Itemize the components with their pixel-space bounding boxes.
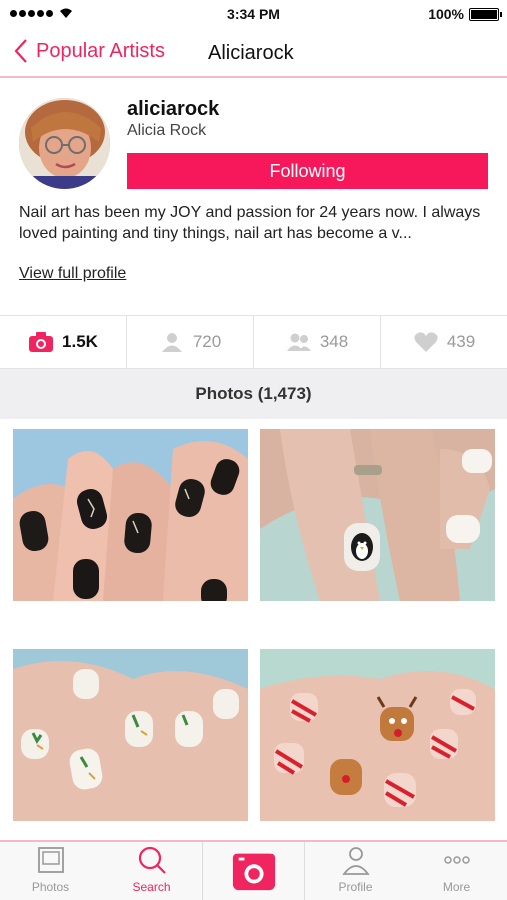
tab-profile[interactable]: Profile bbox=[305, 842, 406, 900]
photo-thumbnail[interactable] bbox=[13, 649, 248, 821]
photo-item bbox=[260, 649, 495, 840]
stat-followers[interactable]: 348 bbox=[254, 316, 381, 368]
avatar[interactable] bbox=[19, 98, 110, 189]
stat-likes-value: 439 bbox=[446, 332, 476, 351]
tab-photos-label: Photos bbox=[31, 880, 70, 894]
battery-percent: 100% bbox=[428, 6, 464, 22]
stat-followers-value: 348 bbox=[319, 332, 349, 351]
photo-thumbnail[interactable] bbox=[13, 429, 248, 601]
stat-following-value: 720 bbox=[192, 332, 222, 351]
photo-thumbnail[interactable] bbox=[260, 429, 495, 601]
photos-icon bbox=[37, 847, 64, 873]
tab-photos[interactable]: Photos bbox=[0, 842, 101, 900]
tab-bar: Photos Search Profile More bbox=[0, 840, 507, 900]
camera-icon bbox=[29, 332, 54, 352]
photo-item bbox=[13, 429, 248, 641]
tab-camera[interactable] bbox=[202, 842, 305, 900]
tab-more[interactable]: More bbox=[406, 842, 507, 900]
stat-likes[interactable]: 439 bbox=[381, 316, 507, 368]
photo-item bbox=[13, 649, 248, 840]
profile-icon bbox=[341, 847, 370, 875]
stat-following[interactable]: 720 bbox=[127, 316, 254, 368]
back-button[interactable]: Popular Artists bbox=[14, 38, 165, 64]
back-label: Popular Artists bbox=[36, 39, 165, 62]
photo-grid bbox=[0, 419, 507, 840]
tab-more-label: More bbox=[442, 880, 471, 894]
chevron-left-icon bbox=[14, 39, 27, 63]
tab-profile-label: Profile bbox=[338, 880, 373, 894]
nav-bar: Popular Artists Aliciarock bbox=[0, 28, 507, 78]
full-name: Alicia Rock bbox=[127, 122, 207, 139]
battery-icon bbox=[469, 7, 502, 21]
following-button[interactable]: Following bbox=[127, 153, 488, 189]
search-icon bbox=[138, 846, 166, 874]
tab-search[interactable]: Search bbox=[101, 842, 202, 900]
camera-icon bbox=[232, 853, 275, 891]
user-icon bbox=[161, 333, 182, 352]
profile-header: aliciarock Alicia Rock Following Nail ar… bbox=[0, 80, 507, 315]
more-icon bbox=[443, 856, 470, 864]
heart-icon bbox=[414, 332, 438, 352]
stat-photos-value: 1.5K bbox=[62, 332, 98, 351]
stat-photos[interactable]: 1.5K bbox=[0, 316, 127, 368]
users-icon bbox=[286, 333, 311, 351]
view-full-profile-link[interactable]: View full profile bbox=[19, 265, 126, 283]
status-bar: 3:34 PM 100% bbox=[0, 0, 507, 28]
page-title: Aliciarock bbox=[208, 42, 294, 64]
photos-section-header: Photos (1,473) bbox=[0, 369, 507, 419]
bio-text: Nail art has been my JOY and passion for… bbox=[19, 204, 481, 242]
tab-search-label: Search bbox=[132, 880, 171, 894]
stats-bar: 1.5K 720 348 439 bbox=[0, 315, 507, 369]
photo-thumbnail[interactable] bbox=[260, 649, 495, 821]
username: aliciarock bbox=[127, 98, 220, 120]
photo-item bbox=[260, 429, 495, 641]
